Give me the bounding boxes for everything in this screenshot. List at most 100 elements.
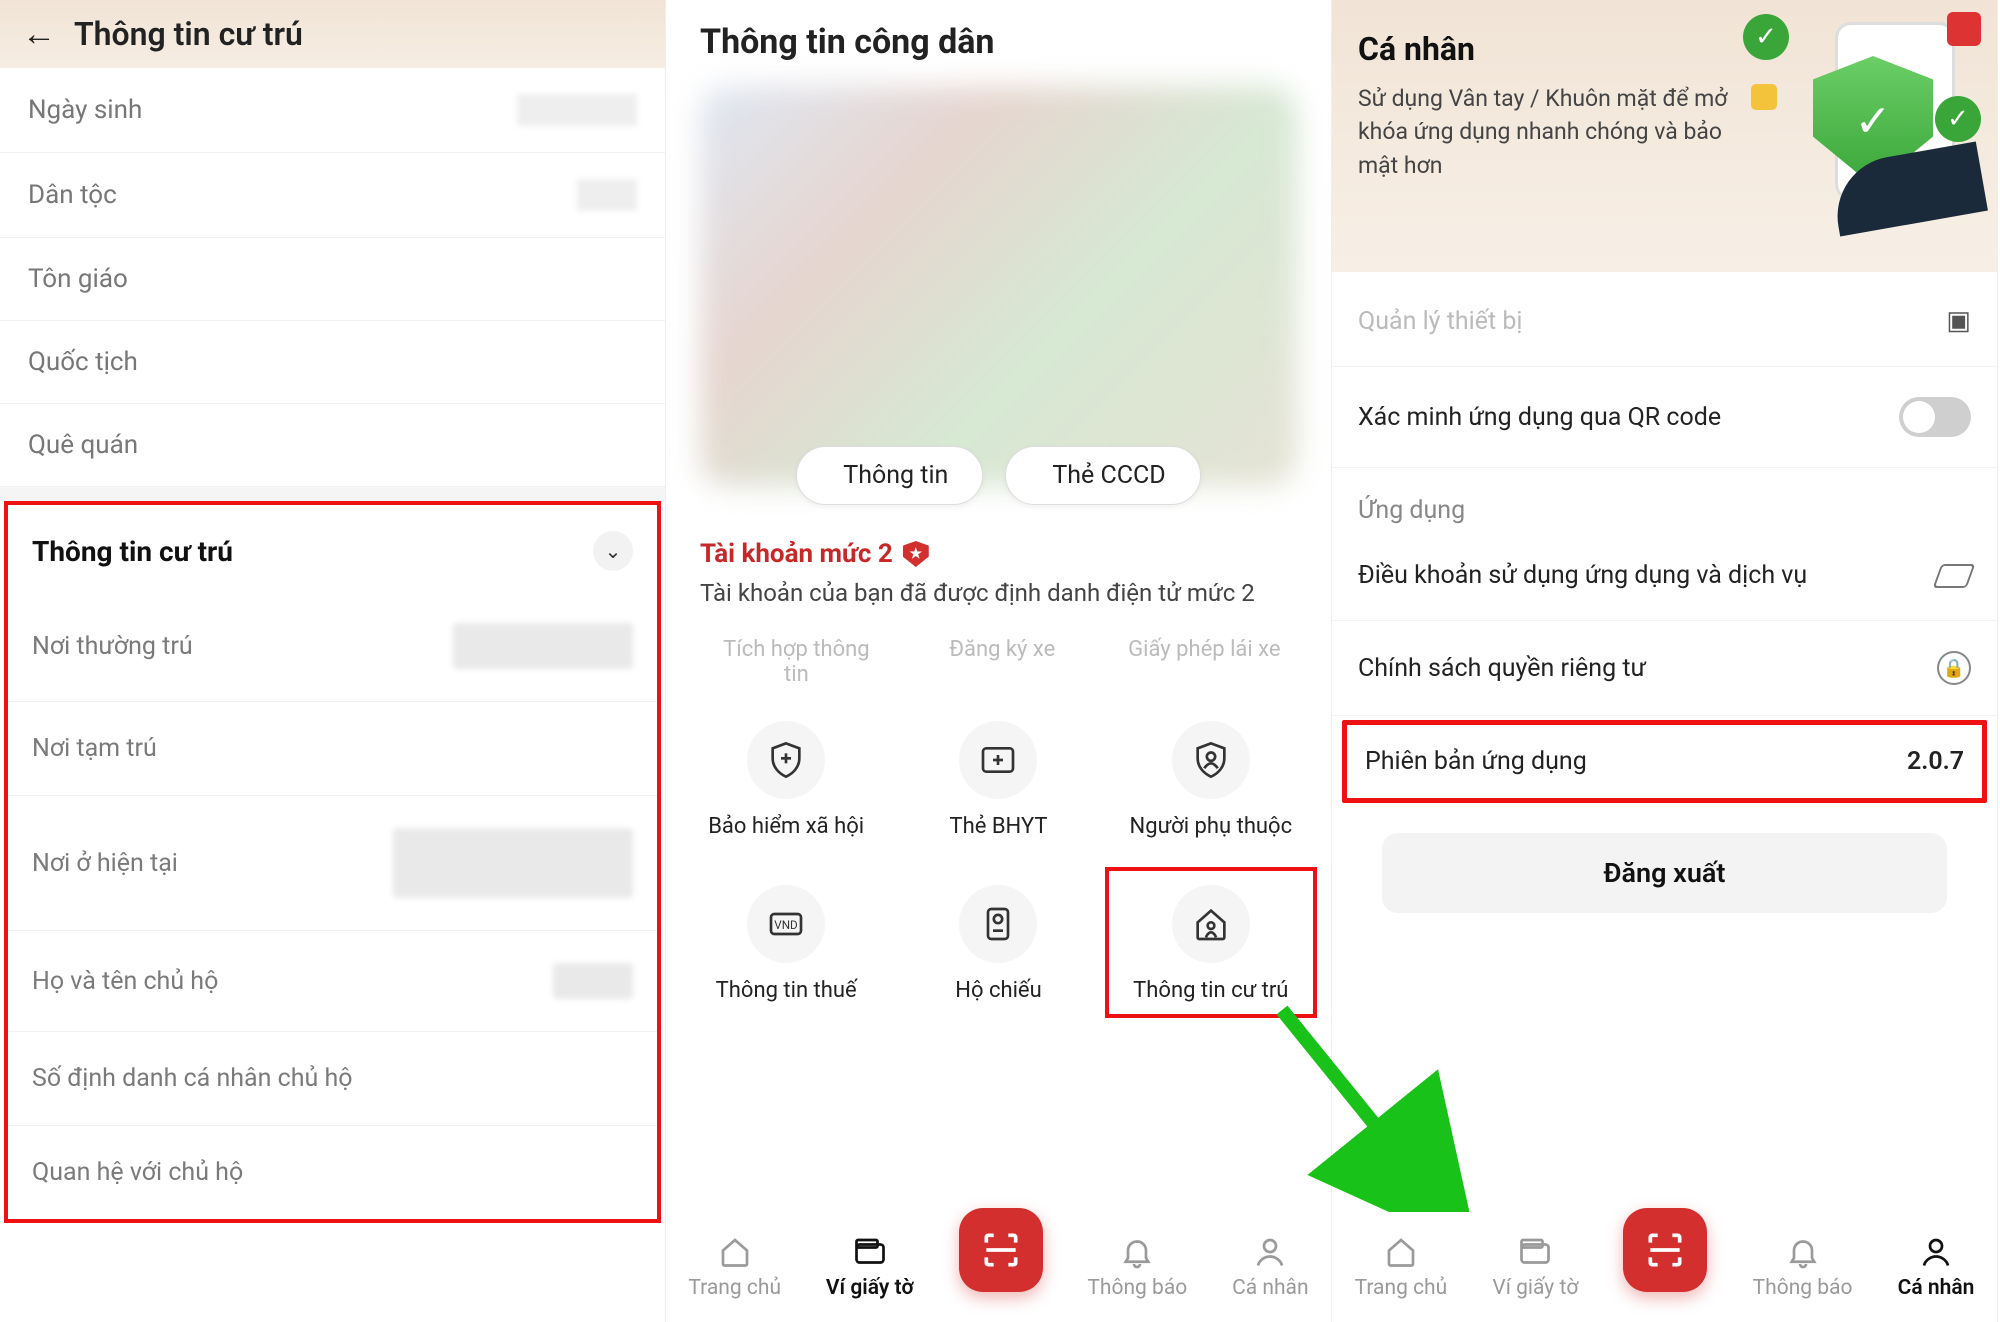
- bottom-nav: Trang chủ Ví giấy tờ Thông báo Cá nhân: [666, 1212, 1331, 1322]
- settings-list: Quản lý thiết bị ▣ Xác minh ứng dụng qua…: [1332, 272, 1997, 913]
- back-arrow-icon[interactable]: ←: [22, 14, 56, 54]
- bottom-nav: Trang chủ Ví giấy tờ Thông báo Cá nhân: [1332, 1212, 1997, 1322]
- residence-row: Nơi tạm trú: [8, 702, 657, 796]
- lock-icon: [1947, 12, 1981, 46]
- row-label: Chính sách quyền riêng tư: [1358, 654, 1646, 683]
- phone-1-residence-info: ← Thông tin cư trú Ngày sinh Dân tộc Tôn…: [0, 0, 666, 1322]
- shield-star-icon: [903, 541, 929, 567]
- service-item-dependent[interactable]: Người phụ thuộc: [1105, 703, 1317, 855]
- banner-illustration: ✓ ✓ ✓: [1743, 14, 1983, 214]
- service-item-residence[interactable]: Thông tin cư trú: [1105, 867, 1317, 1019]
- services-grid: Bảo hiểm xã hội Thẻ BHYT Người phụ thuộc…: [666, 693, 1331, 1018]
- row-label: Số định danh cá nhân chủ hộ: [32, 1064, 353, 1093]
- residence-row: Nơi ở hiện tại: [8, 796, 657, 931]
- card-pill-row: Thông tin Thẻ CCCD: [666, 446, 1331, 505]
- row-label: Ngày sinh: [28, 95, 142, 125]
- highlight-box-residence: Thông tin cư trú ⌄ Nơi thường trú Nơi tạ…: [4, 501, 661, 1223]
- nav-wallet[interactable]: Ví giấy tờ: [826, 1234, 914, 1300]
- row-label: Quê quán: [28, 430, 138, 460]
- banner-desc: Sử dụng Vân tay / Khuôn mặt để mở khóa ứ…: [1358, 82, 1738, 182]
- row-qr-verify[interactable]: Xác minh ứng dụng qua QR code: [1332, 367, 1997, 468]
- service-label: Thông tin thuế: [688, 977, 884, 1005]
- row-label: Tôn giáo: [28, 264, 128, 294]
- row-device-mgmt-partial[interactable]: Quản lý thiết bị ▣: [1332, 276, 1997, 367]
- info-row: Quốc tịch: [0, 321, 665, 404]
- biometric-banner[interactable]: Cá nhân Sử dụng Vân tay / Khuôn mặt để m…: [1332, 0, 1997, 272]
- section-title: Thông tin công dân: [700, 22, 1297, 62]
- nav-noti[interactable]: Thông báo: [1753, 1234, 1853, 1300]
- nav-home[interactable]: Trang chủ: [688, 1234, 781, 1300]
- lock-icon: [1751, 84, 1777, 110]
- house-person-icon: [1172, 885, 1250, 963]
- faded-previous-row: Tích hợp thông tin Đăng ký xe Giấy phép …: [666, 615, 1331, 693]
- passport-icon: [959, 885, 1037, 963]
- nav-noti[interactable]: Thông báo: [1087, 1234, 1187, 1300]
- nav-profile[interactable]: Cá nhân: [1232, 1234, 1308, 1300]
- row-label: Dân tộc: [28, 180, 117, 210]
- service-item-bhxh[interactable]: Bảo hiểm xã hội: [680, 703, 892, 855]
- nav-home[interactable]: Trang chủ: [1355, 1234, 1448, 1300]
- section-label: Ứng dụng: [1332, 468, 1997, 531]
- row-label: Phiên bản ứng dụng: [1365, 747, 1587, 776]
- section-divider: [0, 487, 665, 501]
- row-terms[interactable]: Điều khoản sử dụng ứng dụng và dịch vụ: [1332, 531, 1997, 621]
- row-label: Nơi tạm trú: [32, 734, 157, 763]
- service-item-tax[interactable]: VND Thông tin thuế: [680, 867, 892, 1019]
- nav-wallet[interactable]: Ví giấy tờ: [1492, 1234, 1578, 1300]
- info-row: Ngày sinh: [0, 68, 665, 153]
- residence-row: Quan hệ với chủ hộ: [8, 1126, 657, 1219]
- lock-circle-icon: 🔒: [1937, 651, 1971, 685]
- residence-row: Số định danh cá nhân chủ hộ: [8, 1032, 657, 1126]
- vnd-card-icon: VND: [747, 885, 825, 963]
- section-header[interactable]: Thông tin cư trú ⌄: [8, 505, 657, 591]
- service-label: Hộ chiếu: [900, 977, 1096, 1005]
- residence-row: Họ và tên chủ hộ: [8, 931, 657, 1032]
- logout-button[interactable]: Đăng xuất: [1382, 833, 1947, 913]
- service-item-bhyt[interactable]: Thẻ BHYT: [892, 703, 1104, 855]
- service-label: Người phụ thuộc: [1113, 813, 1309, 841]
- shield-plus-icon: [747, 721, 825, 799]
- row-value-blurred: [517, 94, 637, 126]
- service-item-passport[interactable]: Hộ chiếu: [892, 867, 1104, 1019]
- info-row: Quê quán: [0, 404, 665, 487]
- info-row: Tôn giáo: [0, 238, 665, 321]
- account-level-desc: Tài khoản của bạn đã được định danh điện…: [700, 579, 1297, 607]
- phone-2-wallet: Thông tin công dân Thông tin Thẻ CCCD Tà…: [666, 0, 1332, 1322]
- service-label: Thẻ BHYT: [900, 813, 1096, 841]
- svg-text:VND: VND: [774, 918, 797, 932]
- faded-item: Giấy phép lái xe: [1128, 637, 1280, 687]
- row-label: Quan hệ với chủ hộ: [32, 1158, 243, 1187]
- header-bar: ← Thông tin cư trú: [0, 0, 665, 68]
- info-row: Dân tộc: [0, 153, 665, 238]
- misc-icon: ▣: [1946, 306, 1971, 336]
- service-label: Bảo hiểm xã hội: [688, 813, 884, 841]
- card-plus-icon: [959, 721, 1037, 799]
- faded-item: Đăng ký xe: [949, 637, 1055, 687]
- toggle-switch-off[interactable]: [1899, 397, 1971, 437]
- row-label: Điều khoản sử dụng ứng dụng và dịch vụ: [1358, 561, 1807, 590]
- version-value: 2.0.7: [1907, 747, 1964, 776]
- row-value-blurred: [577, 179, 637, 211]
- pill-label: Thông tin: [843, 461, 948, 490]
- service-label: Thông tin cư trú: [1113, 977, 1309, 1005]
- row-value-blurred: [453, 623, 633, 669]
- nav-profile[interactable]: Cá nhân: [1898, 1234, 1975, 1300]
- row-label: Xác minh ứng dụng qua QR code: [1358, 403, 1721, 432]
- pill-label: Thẻ CCCD: [1052, 461, 1165, 490]
- info-pill-button[interactable]: Thông tin: [796, 446, 983, 505]
- check-icon: ✓: [1743, 14, 1789, 60]
- nav-scan-button[interactable]: [1623, 1208, 1707, 1292]
- row-privacy[interactable]: Chính sách quyền riêng tư 🔒: [1332, 621, 1997, 716]
- check-icon: ✓: [1935, 96, 1981, 142]
- header: Thông tin công dân: [666, 0, 1331, 72]
- cccd-pill-button[interactable]: Thẻ CCCD: [1005, 446, 1200, 505]
- phone-3-profile-settings: Cá nhân Sử dụng Vân tay / Khuôn mặt để m…: [1332, 0, 1998, 1322]
- chevron-down-icon[interactable]: ⌄: [593, 531, 633, 571]
- row-label: Nơi ở hiện tại: [32, 849, 178, 878]
- person-shield-icon: [1172, 721, 1250, 799]
- row-label: Quốc tịch: [28, 347, 138, 377]
- section-title: Thông tin cư trú: [32, 535, 233, 568]
- nav-scan-button[interactable]: [959, 1208, 1043, 1292]
- page-title: Thông tin cư trú: [74, 15, 303, 53]
- faded-item: Tích hợp thông tin: [716, 637, 876, 687]
